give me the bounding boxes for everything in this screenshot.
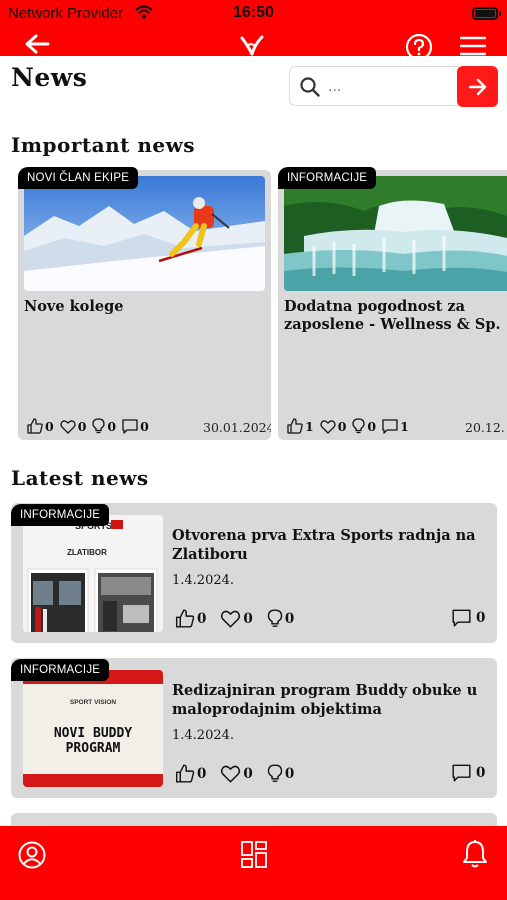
important-news-card[interactable]: Dodatna pogodnost za zaposlene - Wellnes… — [278, 170, 507, 440]
idea-count: 0 — [284, 610, 295, 627]
profile-icon[interactable] — [18, 841, 46, 869]
news-date: 20.12. — [465, 420, 505, 435]
comment-reaction[interactable]: 0 — [452, 764, 485, 782]
search-icon — [300, 77, 320, 97]
comment-count: 0 — [476, 610, 486, 626]
idea-reaction[interactable]: 0 — [267, 609, 294, 628]
comment-reaction[interactable]: 0 — [122, 419, 149, 434]
heart-reaction[interactable]: 0 — [60, 418, 87, 434]
comment-count: 1 — [400, 418, 409, 434]
like-reaction[interactable]: 0 — [175, 764, 206, 783]
thumbs-up-icon — [27, 418, 43, 434]
comment-reaction[interactable]: 0 — [452, 609, 485, 627]
reactions-bar: 1 0 0 1 — [287, 418, 415, 434]
category-badge: INFORMACIJE — [11, 504, 110, 526]
latest-news-heading: Latest news — [11, 466, 149, 490]
lightbulb-icon — [267, 764, 283, 782]
comment-icon — [382, 418, 398, 434]
idea-count: 0 — [284, 765, 295, 782]
news-thumbnail-store: SPORTS ZLATIBOR — [23, 515, 163, 632]
thumbnail-brand: SPORT VISION — [70, 699, 117, 706]
heart-icon — [221, 765, 241, 783]
reactions-bar: 0 0 0 0 — [27, 418, 155, 434]
category-badge: INFORMACIJE — [11, 659, 110, 681]
news-thumbnail-buddy-program: SPORT VISION NOVI BUDDY PROGRAM — [23, 670, 163, 787]
notifications-bell-icon[interactable] — [462, 839, 488, 869]
heart-icon — [221, 610, 241, 628]
heart-count: 0 — [337, 418, 347, 434]
like-reaction[interactable]: 0 — [27, 418, 54, 434]
thumbs-up-icon — [175, 609, 195, 628]
comment-icon — [452, 764, 471, 782]
like-reaction[interactable]: 0 — [175, 609, 206, 628]
search-input[interactable] — [328, 75, 448, 99]
like-reaction[interactable]: 1 — [287, 418, 314, 434]
news-title: Redizajniran program Buddy obuke u malop… — [172, 682, 478, 718]
like-count: 1 — [305, 418, 314, 434]
lightbulb-icon — [92, 418, 106, 434]
thumbs-up-icon — [175, 764, 195, 783]
news-date: 1.4.2024. — [172, 728, 235, 743]
comment-reaction[interactable]: 1 — [382, 419, 409, 434]
heart-reaction[interactable]: 0 — [220, 609, 253, 628]
heart-count: 0 — [243, 610, 253, 627]
like-count: 0 — [197, 765, 207, 782]
heart-reaction[interactable]: 0 — [220, 764, 253, 783]
dashboard-grid-icon[interactable] — [241, 841, 267, 868]
reactions-bar: 0 0 0 — [175, 764, 300, 783]
idea-reaction[interactable]: 0 — [352, 418, 376, 434]
arrow-right-icon — [468, 78, 486, 95]
news-date: 1.4.2024. — [172, 573, 235, 588]
hamburger-menu-icon[interactable] — [460, 36, 486, 56]
heart-reaction[interactable]: 0 — [320, 418, 347, 434]
news-image-waterfall — [284, 176, 507, 291]
thumbnail-caption: ZLATIBOR — [67, 548, 107, 557]
news-title: Nove kolege — [24, 298, 124, 315]
heart-count: 0 — [77, 418, 87, 434]
status-bar: Network Provider 16:50 — [0, 0, 507, 26]
reactions-bar: 0 0 0 — [175, 609, 300, 628]
like-count: 0 — [197, 610, 207, 627]
help-icon[interactable] — [405, 33, 433, 61]
clock: 16:50 — [233, 4, 274, 21]
important-news-card[interactable]: Nove kolege 0 0 0 0 30.01.2024. — [18, 170, 271, 440]
battery-icon — [472, 7, 501, 20]
idea-reaction[interactable]: 0 — [92, 418, 116, 434]
comment-icon — [122, 418, 138, 434]
idea-reaction[interactable]: 0 — [267, 764, 294, 783]
like-count: 0 — [45, 418, 54, 434]
comment-icon — [452, 609, 471, 627]
thumbs-up-icon — [287, 418, 303, 434]
heart-icon — [60, 419, 76, 434]
thumbnail-headline-2: PROGRAM — [66, 741, 121, 756]
search-box[interactable] — [289, 66, 459, 106]
category-badge: INFORMACIJE — [278, 167, 377, 189]
heart-icon — [320, 419, 336, 434]
important-news-heading: Important news — [11, 133, 196, 157]
comment-count: 0 — [140, 418, 149, 434]
news-date: 30.01.2024. — [203, 420, 271, 435]
app-logo-icon[interactable] — [238, 34, 266, 56]
heart-count: 0 — [243, 765, 253, 782]
idea-count: 0 — [367, 418, 377, 434]
idea-count: 0 — [107, 418, 117, 434]
news-image-skier — [24, 176, 265, 291]
lightbulb-icon — [267, 609, 283, 627]
category-badge: NOVI ČLAN EKIPE — [18, 167, 139, 189]
news-title: Dodatna pogodnost za zaposlene - Wellnes… — [284, 298, 501, 333]
thumbnail-headline-1: NOVI BUDDY — [54, 726, 132, 741]
news-title: Otvorena prva Extra Sports radnja na Zla… — [172, 527, 476, 563]
page-title: News — [11, 63, 88, 92]
comment-count: 0 — [476, 765, 486, 781]
search-submit-button[interactable] — [457, 66, 498, 107]
back-arrow-icon[interactable] — [24, 33, 50, 55]
lightbulb-icon — [352, 418, 366, 434]
